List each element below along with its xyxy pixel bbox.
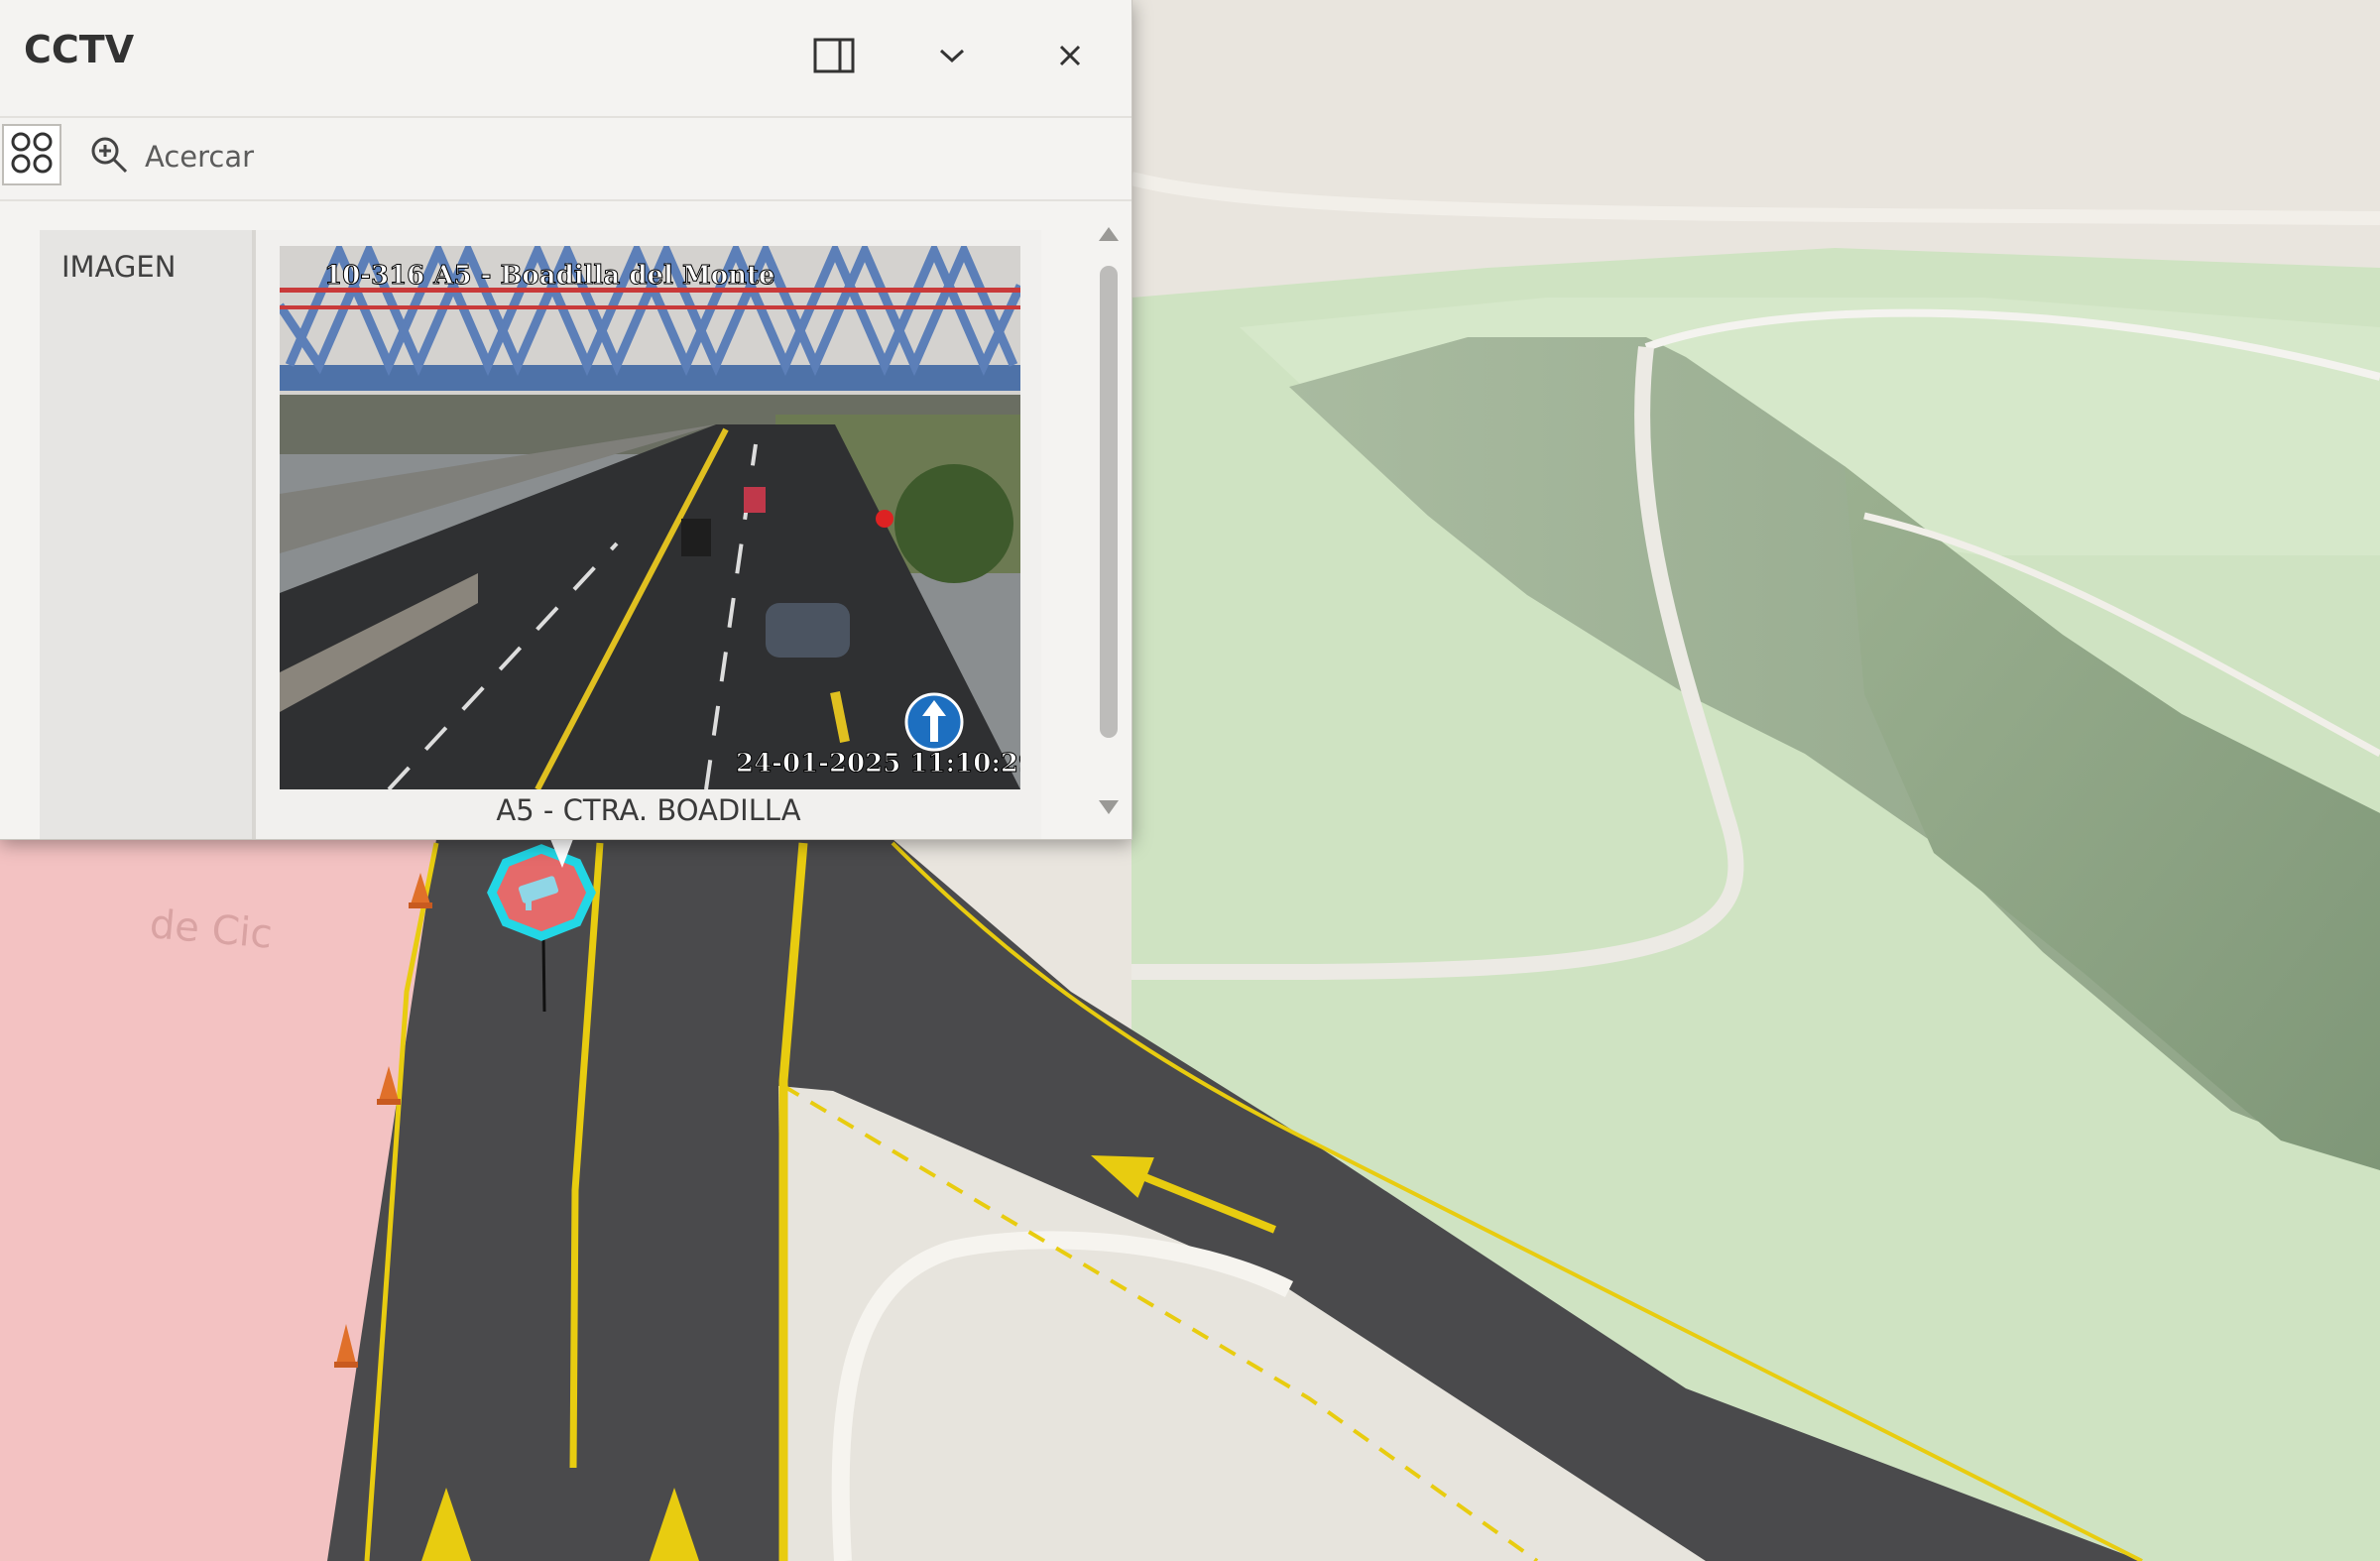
zoom-to-button[interactable]: Acercar bbox=[89, 132, 254, 181]
zoom-label: Acercar bbox=[145, 140, 255, 174]
dock-icon bbox=[813, 38, 855, 77]
camera-image[interactable]: 10-316 A5 - Boadilla del Monte 24-01-202… bbox=[280, 246, 1020, 789]
camera-caption: A5 - CTRA. BOADILLA bbox=[496, 793, 801, 827]
scroll-up-icon[interactable] bbox=[1097, 224, 1121, 244]
camera-overlay-timestamp: 24-01-2025 11:10:29 bbox=[736, 749, 1020, 779]
popup-header: CCTV bbox=[0, 0, 1131, 118]
popup-content: IMAGEN 10-316 A5 - Boadilla del Monte 24… bbox=[40, 230, 1041, 839]
dock-button[interactable] bbox=[806, 30, 862, 85]
grid-icon bbox=[10, 131, 54, 179]
field-label-column: IMAGEN bbox=[40, 230, 256, 839]
actions-menu-button[interactable] bbox=[2, 124, 61, 185]
zoom-in-icon bbox=[89, 135, 129, 179]
camera-overlay-title: 10-316 A5 - Boadilla del Monte bbox=[324, 261, 775, 291]
scroll-down-icon[interactable] bbox=[1097, 797, 1121, 817]
field-value-column: 10-316 A5 - Boadilla del Monte 24-01-202… bbox=[256, 230, 1041, 839]
popup-toolbar: Acercar bbox=[0, 118, 1131, 201]
cctv-popup: CCTV Acercar IMAGEN 10-316 A5 - Boadilla… bbox=[0, 0, 1132, 840]
scroll-thumb[interactable] bbox=[1100, 266, 1118, 738]
popup-title: CCTV bbox=[24, 28, 135, 71]
collapse-button[interactable] bbox=[924, 30, 980, 85]
close-icon bbox=[1058, 44, 1082, 71]
close-button[interactable] bbox=[1042, 30, 1098, 85]
popup-scrollbar[interactable] bbox=[1091, 220, 1127, 825]
field-label: IMAGEN bbox=[61, 250, 177, 284]
chevron-down-icon bbox=[939, 48, 965, 67]
